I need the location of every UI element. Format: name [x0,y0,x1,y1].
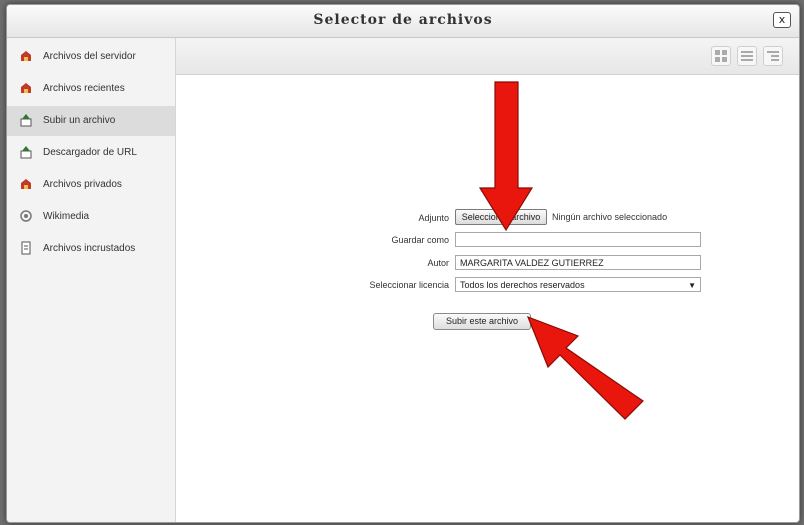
license-select-value: Todos los derechos reservados [460,280,585,290]
repository-sidebar: Archivos del servidor Archivos recientes… [7,38,176,522]
sidebar-item-upload[interactable]: Subir un archivo [7,106,175,136]
grid-icon [715,50,727,62]
close-button[interactable]: x [773,12,791,28]
sidebar-item-label: Wikimedia [43,211,90,222]
license-select[interactable]: Todos los derechos reservados ▼ [455,277,701,292]
dialog-titlebar: Selector de archivos x [7,5,799,38]
save-as-label: Guardar como [391,235,449,245]
tree-icon [767,51,779,61]
recent-files-icon [19,81,33,95]
sidebar-item-label: Descargador de URL [43,147,137,158]
sidebar-item-url-downloader[interactable]: Descargador de URL [7,138,175,168]
view-toolbar [176,38,799,75]
sidebar-item-label: Archivos del servidor [43,51,136,62]
sidebar-item-label: Archivos privados [43,179,122,190]
upload-file-button[interactable]: Subir este archivo [433,313,531,330]
url-download-icon [19,145,33,159]
sidebar-item-label: Archivos recientes [43,83,125,94]
chevron-down-icon: ▼ [688,281,696,290]
save-as-input[interactable] [455,232,701,247]
author-input[interactable]: MARGARITA VALDEZ GUTIERREZ [455,255,701,270]
sidebar-item-embedded-files[interactable]: Archivos incrustados [7,234,175,264]
attachment-label: Adjunto [418,213,449,223]
sidebar-item-server-files[interactable]: Archivos del servidor [7,42,175,72]
list-view-button[interactable] [737,46,757,66]
embedded-files-icon [19,241,33,255]
author-label: Autor [427,258,449,268]
server-files-icon [19,49,33,63]
sidebar-item-recent-files[interactable]: Archivos recientes [7,74,175,104]
list-icon [741,51,753,61]
sidebar-item-label: Subir un archivo [43,115,116,126]
wikimedia-icon [19,209,33,223]
icon-view-button[interactable] [711,46,731,66]
upload-icon [19,113,33,127]
sidebar-item-private-files[interactable]: Archivos privados [7,170,175,200]
choose-file-button[interactable]: Seleccionar archivo [455,209,547,225]
sidebar-item-wikimedia[interactable]: Wikimedia [7,202,175,232]
file-status-text: Ningún archivo seleccionado [552,212,668,222]
private-files-icon [19,177,33,191]
tree-view-button[interactable] [763,46,783,66]
dialog-title: Selector de archivos [313,12,493,28]
license-label: Seleccionar licencia [369,280,449,290]
sidebar-item-label: Archivos incrustados [43,243,136,254]
